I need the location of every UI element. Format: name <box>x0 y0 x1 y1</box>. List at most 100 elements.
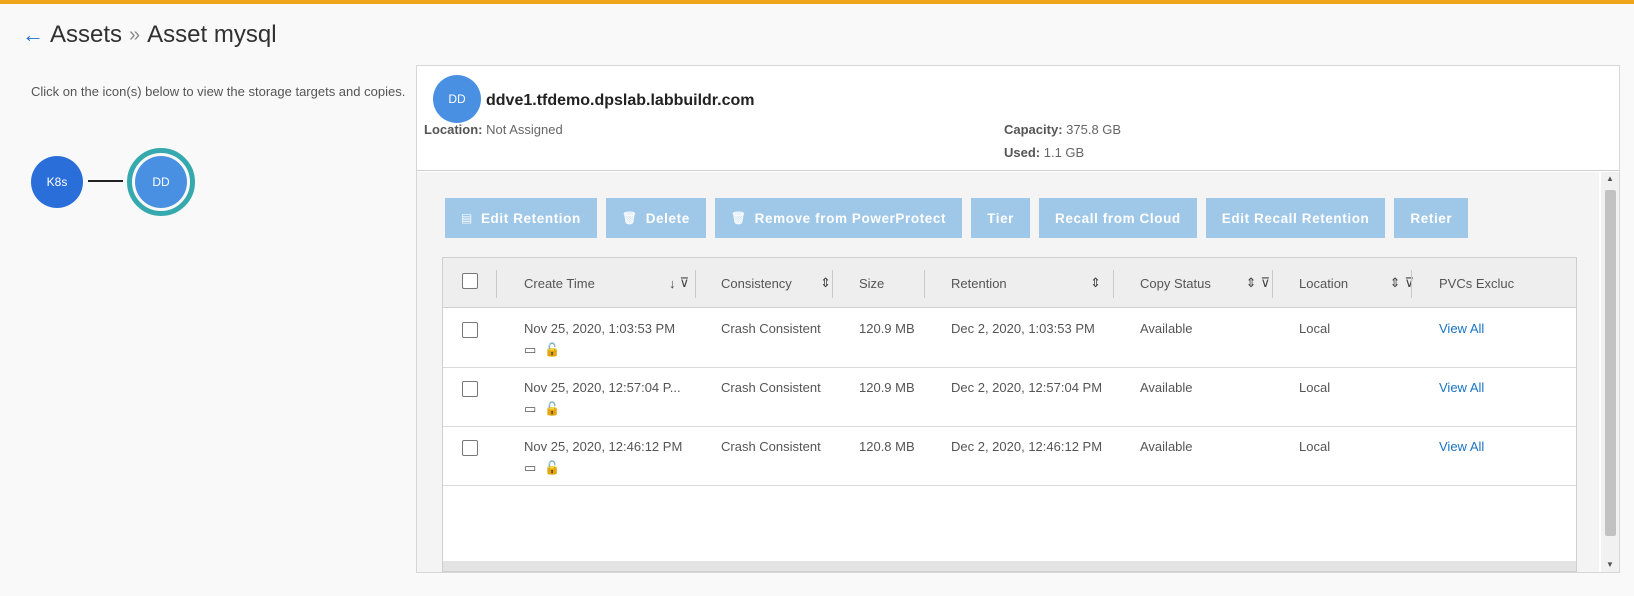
column-divider <box>695 270 696 298</box>
folder-icon[interactable]: ▭ <box>524 460 536 476</box>
cell-size: 120.9 MB <box>859 321 915 336</box>
dd-node-icon: DD <box>135 156 187 208</box>
cell-location: Local <box>1299 321 1331 336</box>
column-create-time[interactable]: Create Time ↓ ⊽ <box>524 258 689 308</box>
folder-icon[interactable]: ▭ <box>524 401 536 417</box>
column-size[interactable]: Size <box>859 258 919 308</box>
column-divider <box>1411 270 1412 298</box>
cell-copy-status: Available <box>1140 380 1193 395</box>
table-row[interactable]: Nov 25, 2020, 1:03:53 PM Crash Consisten… <box>443 309 1576 368</box>
delete-button[interactable]: 🗑 Delete <box>605 198 706 238</box>
cell-consistency: Crash Consistent <box>721 380 821 395</box>
remove-from-powerprotect-button[interactable]: 🗑 Remove from PowerProtect <box>714 198 963 238</box>
k8s-node-icon[interactable]: K8s <box>31 156 83 208</box>
column-copy-status[interactable]: Copy Status ⇕ ⊽ <box>1140 258 1270 308</box>
filter-icon[interactable]: ⊽ <box>679 275 689 291</box>
back-arrow-icon[interactable]: ← <box>22 22 44 48</box>
copies-content: ▤ Edit Retention 🗑 Delete 🗑 Remove from … <box>417 172 1599 572</box>
tier-button[interactable]: Tier <box>971 198 1031 238</box>
row-checkbox[interactable] <box>462 440 478 456</box>
location-label: Location: <box>424 122 483 137</box>
capacity-value: 375.8 GB <box>1066 122 1122 137</box>
row-checkbox[interactable] <box>462 381 478 397</box>
column-divider <box>1113 270 1114 298</box>
cell-create-time: Nov 25, 2020, 1:03:53 PM <box>524 321 676 336</box>
sort-icon[interactable]: ⇕ <box>1246 275 1257 291</box>
scroll-down-arrow-icon[interactable]: ▼ <box>1601 558 1619 572</box>
used-label: Used: <box>1004 145 1041 160</box>
cell-consistency: Crash Consistent <box>721 321 821 336</box>
column-divider <box>832 270 833 298</box>
column-retention-label: Retention <box>951 275 1007 291</box>
sort-icon[interactable]: ⇕ <box>820 275 831 291</box>
retier-button[interactable]: Retier <box>1394 198 1469 238</box>
column-divider <box>496 270 497 298</box>
breadcrumb-separator: » <box>129 23 141 46</box>
dd-node-selected[interactable]: DD <box>127 148 195 216</box>
sort-down-icon[interactable]: ↓ <box>669 276 676 291</box>
vertical-scrollbar[interactable]: ▲ ▼ <box>1601 172 1619 572</box>
scroll-thumb[interactable] <box>1605 190 1616 536</box>
delete-label: Delete <box>645 210 690 226</box>
horizontal-scrollbar[interactable] <box>443 561 1576 571</box>
cell-retention: Dec 2, 2020, 1:03:53 PM <box>951 321 1095 336</box>
target-header: DD ddve1.tfdemo.dpslab.labbuildr.com Loc… <box>417 66 1619 171</box>
column-divider <box>1272 270 1273 298</box>
column-copy-status-label: Copy Status <box>1140 275 1211 291</box>
folder-icon[interactable]: ▭ <box>524 342 536 358</box>
copies-table: Create Time ↓ ⊽ Consistency ⇕ Size Reten… <box>442 257 1577 572</box>
page-title: Asset mysql <box>147 21 277 48</box>
edit-retention-label: Edit Retention <box>480 210 581 226</box>
column-size-label: Size <box>859 275 885 291</box>
row-checkbox[interactable] <box>462 322 478 338</box>
table-row[interactable]: Nov 25, 2020, 12:57:04 P... Crash Consis… <box>443 368 1576 427</box>
capacity-label: Capacity: <box>1004 122 1063 137</box>
column-pvcs-excluded[interactable]: PVCs Excluc <box>1439 258 1519 308</box>
scroll-up-arrow-icon[interactable]: ▲ <box>1601 172 1619 186</box>
column-create-time-label: Create Time <box>524 275 595 291</box>
recall-from-cloud-button[interactable]: Recall from Cloud <box>1039 198 1197 238</box>
target-name: ddve1.tfdemo.dpslab.labbuildr.com <box>486 92 755 109</box>
topology-connector <box>88 180 123 182</box>
breadcrumb: ← Assets » Asset mysql <box>22 20 277 50</box>
column-location[interactable]: Location ⇕ ⊽ <box>1299 258 1414 308</box>
used-value: 1.1 GB <box>1043 145 1085 160</box>
column-divider <box>924 270 925 298</box>
view-all-link[interactable]: View All <box>1439 321 1484 336</box>
row-icons: ▭ 🔓 <box>524 401 560 417</box>
column-consistency[interactable]: Consistency ⇕ <box>721 258 831 308</box>
edit-retention-button[interactable]: ▤ Edit Retention <box>445 198 597 238</box>
top-accent-bar <box>0 0 1634 4</box>
select-all-checkbox[interactable] <box>462 273 478 289</box>
sort-icon[interactable]: ⇕ <box>1390 275 1401 291</box>
cell-size: 120.8 MB <box>859 439 915 454</box>
cell-copy-status: Available <box>1140 439 1193 454</box>
filter-icon[interactable]: ⊽ <box>1404 275 1414 291</box>
cell-location: Local <box>1299 439 1331 454</box>
cell-size: 120.9 MB <box>859 380 915 395</box>
column-retention[interactable]: Retention ⇕ <box>951 258 1101 308</box>
column-location-label: Location <box>1299 275 1349 291</box>
table-row[interactable]: Nov 25, 2020, 12:46:12 PM Crash Consiste… <box>443 427 1576 486</box>
view-all-link[interactable]: View All <box>1439 439 1484 454</box>
cell-consistency: Crash Consistent <box>721 439 821 454</box>
location-value: Not Assigned <box>486 122 563 137</box>
unlock-icon[interactable]: 🔓 <box>544 460 560 476</box>
copies-toolbar: ▤ Edit Retention 🗑 Delete 🗑 Remove from … <box>445 198 1469 238</box>
breadcrumb-assets-link[interactable]: Assets <box>50 21 122 49</box>
unlock-icon[interactable]: 🔓 <box>544 401 560 417</box>
trash-icon: 🗑 <box>730 211 747 225</box>
target-used: Used: 1.1 GB <box>1004 145 1084 160</box>
column-consistency-label: Consistency <box>721 275 792 291</box>
filter-icon[interactable]: ⊽ <box>1260 275 1270 291</box>
cell-copy-status: Available <box>1140 321 1193 336</box>
unlock-icon[interactable]: 🔓 <box>544 342 560 358</box>
trash-icon: 🗑 <box>621 211 638 225</box>
sort-icon[interactable]: ⇕ <box>1090 275 1101 291</box>
row-icons: ▭ 🔓 <box>524 342 560 358</box>
cell-retention: Dec 2, 2020, 12:46:12 PM <box>951 439 1103 454</box>
view-all-link[interactable]: View All <box>1439 380 1484 395</box>
edit-recall-retention-button[interactable]: Edit Recall Retention <box>1205 198 1386 238</box>
cell-retention: Dec 2, 2020, 12:57:04 PM <box>951 380 1103 395</box>
target-location: Location: Not Assigned <box>424 122 563 137</box>
